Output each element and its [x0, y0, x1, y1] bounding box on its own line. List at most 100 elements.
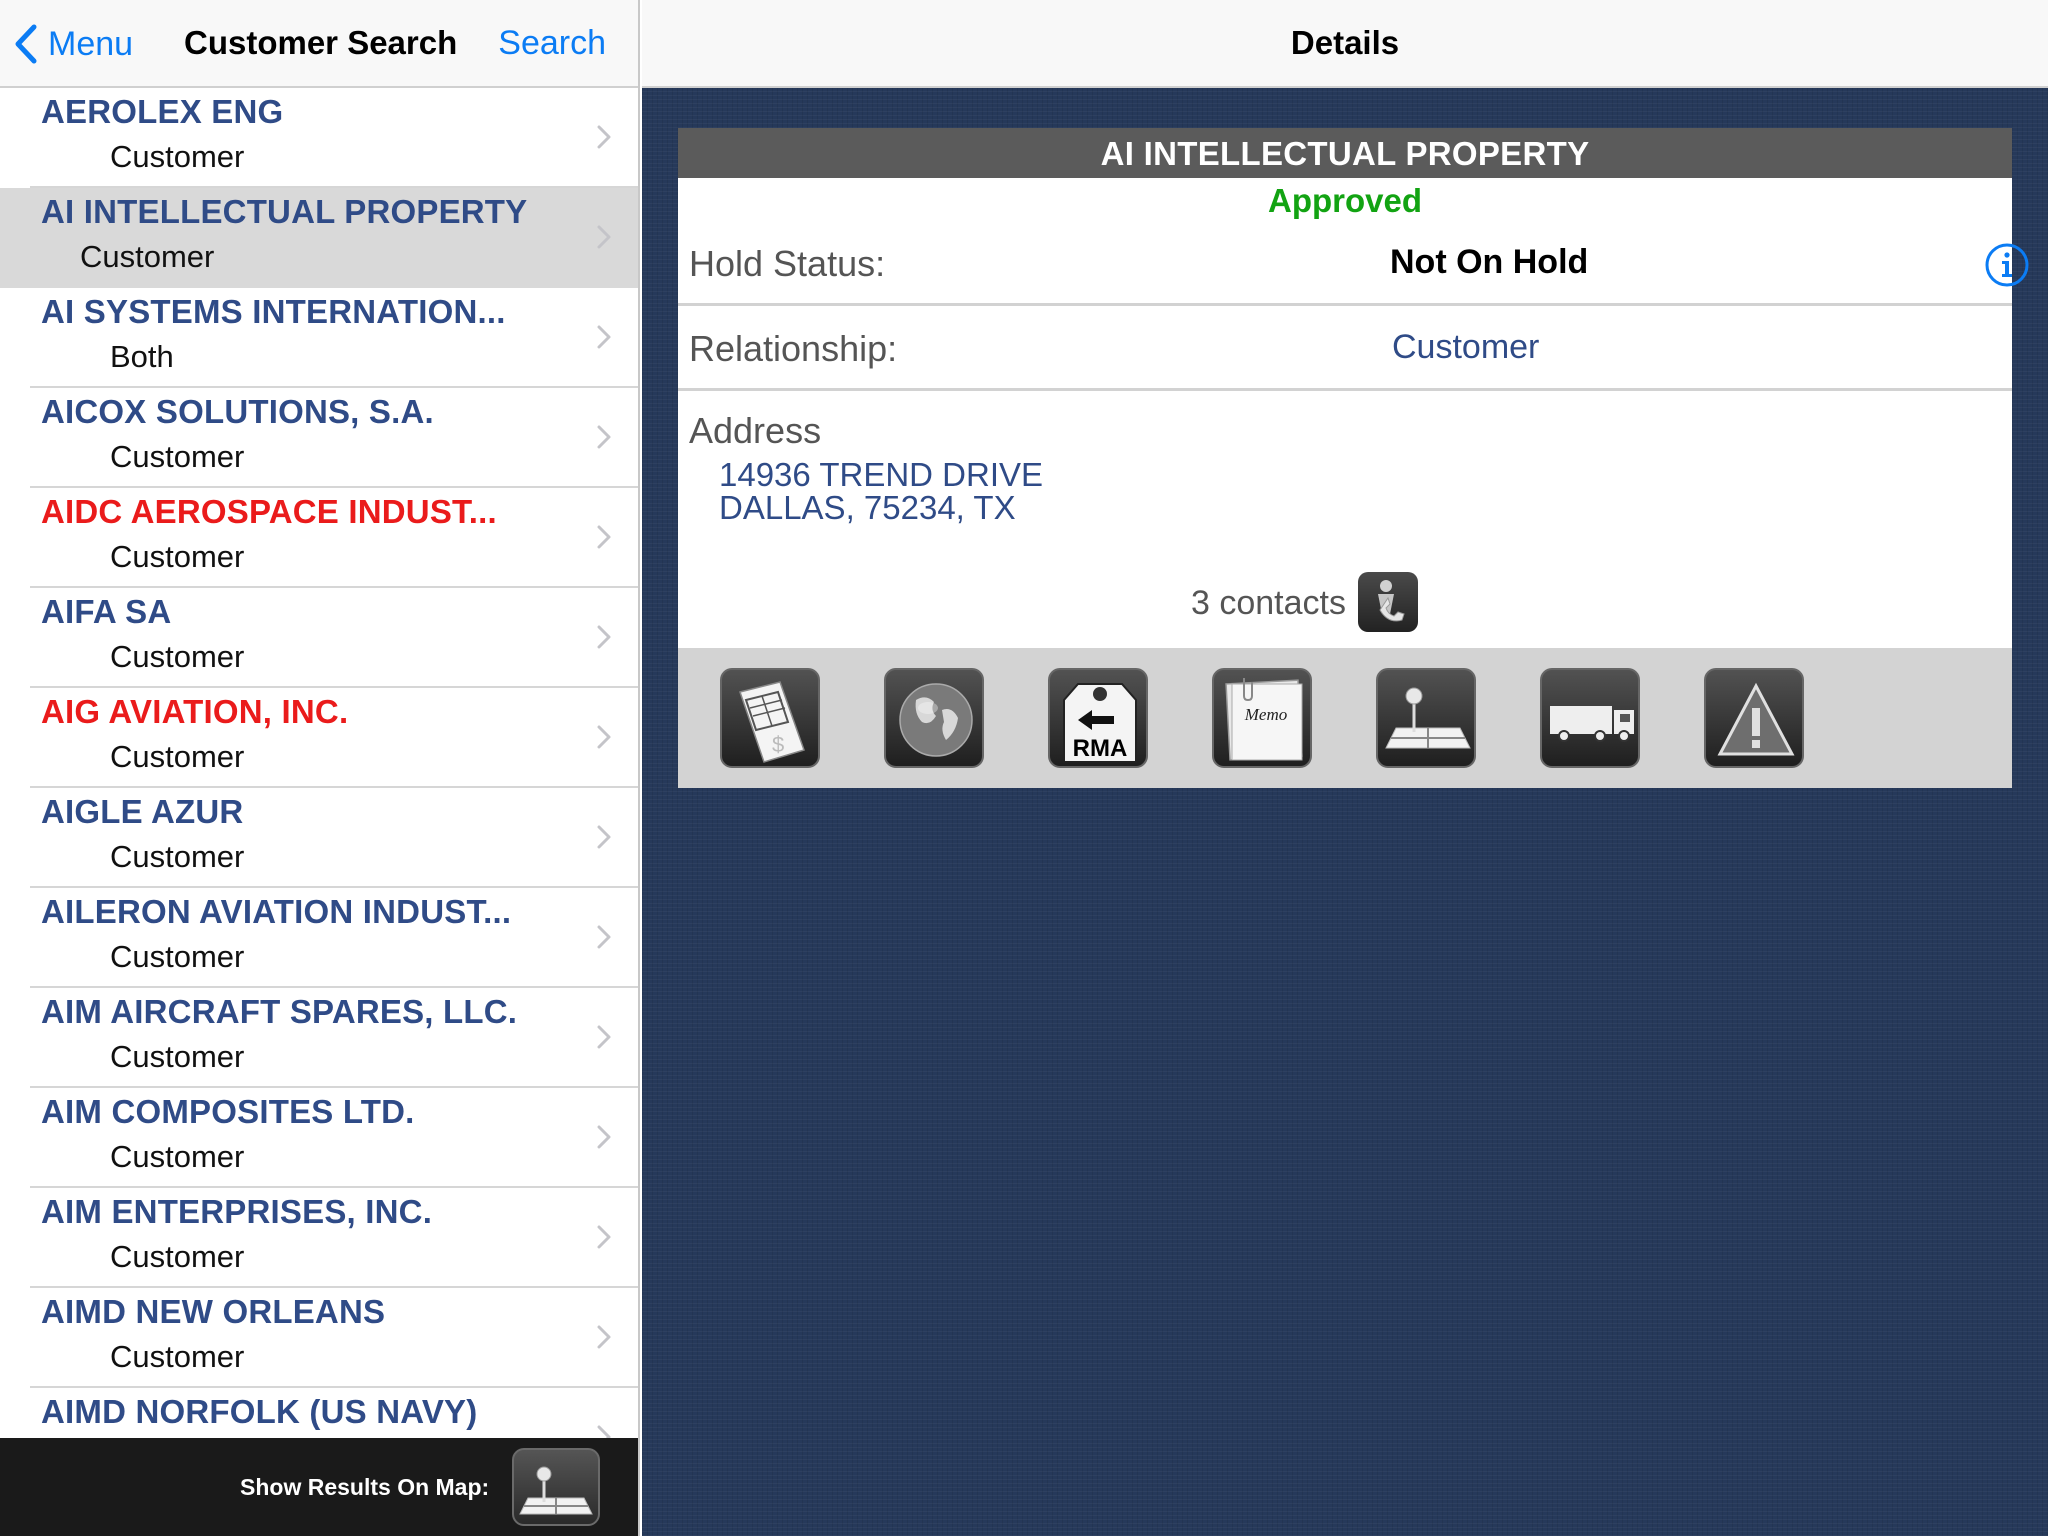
info-icon[interactable] — [1984, 242, 2030, 293]
customer-relationship: Customer — [110, 1039, 245, 1074]
memo-button[interactable]: Memo — [1212, 668, 1312, 768]
warning-button[interactable] — [1704, 668, 1804, 768]
customer-relationship: Customer — [110, 1139, 245, 1174]
memo-text: Memo — [1244, 705, 1287, 724]
address-line-2: DALLAS, 75234, TX — [719, 489, 1016, 526]
chevron-right-icon — [597, 525, 611, 549]
customer-name: AIFA SA — [41, 593, 172, 630]
rma-button[interactable]: RMA — [1048, 668, 1148, 768]
chevron-right-icon — [597, 225, 611, 249]
customer-relationship: Customer — [110, 1339, 245, 1374]
customer-list-item[interactable]: AILERON AVIATION INDUST... Customer — [30, 888, 638, 988]
customer-relationship: Both — [110, 339, 174, 374]
map-icon — [519, 1466, 593, 1515]
customer-relationship: Customer — [110, 539, 245, 574]
customer-name: AICOX SOLUTIONS, S.A. — [41, 393, 434, 430]
chevron-right-icon — [597, 1425, 611, 1438]
customer-list-item[interactable]: AICOX SOLUTIONS, S.A. Customer — [30, 388, 638, 488]
customer-name: AIM COMPOSITES LTD. — [41, 1093, 415, 1130]
chevron-right-icon — [597, 1325, 611, 1349]
customer-relationship: Customer — [110, 139, 245, 174]
warning-icon — [1717, 682, 1795, 756]
customer-list-item[interactable]: AIMD NORFOLK (US NAVY) — [30, 1388, 638, 1438]
customer-name: AIMD NEW ORLEANS — [41, 1293, 386, 1330]
divider — [678, 388, 2012, 391]
chevron-right-icon — [597, 325, 611, 349]
chevron-right-icon — [597, 925, 611, 949]
customer-search-pane: Menu Customer Search Search AEROLEX ENG C… — [0, 0, 640, 1536]
show-results-on-map-label: Show Results On Map: — [240, 1474, 490, 1500]
details-panel: AI INTELLECTUAL PROPERTY Approved Hold S… — [642, 88, 2048, 1536]
chevron-right-icon — [597, 125, 611, 149]
svg-text:$: $ — [772, 732, 784, 757]
page-title: Customer Search — [184, 24, 458, 61]
customer-list-item[interactable]: AIDC AEROSPACE INDUST... Customer — [30, 488, 638, 588]
truck-icon — [1550, 706, 1634, 742]
customer-name: AI SYSTEMS INTERNATION... — [41, 293, 506, 330]
customer-name: AIDC AEROSPACE INDUST... — [41, 493, 497, 530]
customer-list-item[interactable]: AI SYSTEMS INTERNATION... Both — [30, 288, 638, 388]
chevron-right-icon — [597, 425, 611, 449]
rma-icon: RMA — [1063, 683, 1137, 763]
chevron-right-icon — [597, 1225, 611, 1249]
chevron-right-icon — [597, 1025, 611, 1049]
approval-status: Approved — [1267, 182, 1422, 219]
address-link[interactable]: 14936 TREND DRIVE DALLAS, 75234, TX — [719, 458, 1043, 524]
chevron-right-icon — [597, 1125, 611, 1149]
details-nav-bar: Details — [642, 0, 2048, 88]
invoice-button[interactable]: $ — [720, 668, 820, 768]
globe-icon — [899, 683, 973, 757]
address-label: Address — [689, 410, 822, 451]
divider — [678, 303, 2012, 306]
memo-icon: Memo — [1225, 678, 1303, 761]
contacts-count: 3 contacts — [1191, 584, 1346, 622]
customer-list-item[interactable]: AIM AIRCRAFT SPARES, LLC. Customer — [30, 988, 638, 1088]
map-button[interactable] — [1376, 668, 1476, 768]
customer-name: AIM ENTERPRISES, INC. — [41, 1193, 433, 1230]
customer-name: AIG AVIATION, INC. — [41, 693, 349, 730]
customer-list-item[interactable]: AIFA SA Customer — [30, 588, 638, 688]
customer-list-item[interactable]: AIM COMPOSITES LTD. Customer — [30, 1088, 638, 1188]
bottom-toolbar: Show Results On Map: — [0, 1438, 638, 1536]
customer-list-item[interactable]: AEROLEX ENG Customer — [30, 88, 638, 188]
search-button[interactable]: Search — [498, 24, 606, 63]
customer-search-nav-bar: Menu Customer Search Search — [0, 0, 638, 88]
show-results-on-map-button[interactable] — [512, 1448, 600, 1526]
chevron-right-icon — [597, 825, 611, 849]
customer-name: AEROLEX ENG — [41, 93, 284, 130]
customer-relationship: Customer — [110, 939, 245, 974]
contacts-button[interactable] — [1358, 572, 1418, 632]
customer-name: AIGLE AZUR — [41, 793, 244, 830]
customer-name: AI INTELLECTUAL PROPERTY — [41, 193, 528, 230]
hold-status-value: Not On Hold — [1390, 243, 1589, 281]
contact-phone-icon — [1378, 580, 1405, 622]
chevron-right-icon — [597, 725, 611, 749]
chevron-left-icon — [15, 24, 37, 64]
customer-relationship: Customer — [110, 639, 245, 674]
customer-list-item[interactable]: AIG AVIATION, INC. Customer — [30, 688, 638, 788]
customer-relationship: Customer — [110, 739, 245, 774]
customer-list: AEROLEX ENG Customer AI INTELLECTUAL PROPE… — [0, 88, 638, 1438]
customer-relationship: Customer — [110, 839, 245, 874]
details-title: Details — [1290, 24, 1400, 61]
invoice-icon: $ — [739, 681, 805, 763]
customer-name: AIM AIRCRAFT SPARES, LLC. — [41, 993, 518, 1030]
globe-button[interactable] — [884, 668, 984, 768]
action-toolbar: $ RMA Memo — [678, 648, 2012, 788]
relationship-value[interactable]: Customer — [1392, 328, 1539, 367]
hold-status-label: Hold Status: — [689, 243, 886, 284]
customer-name: AIMD NORFOLK (US NAVY) — [41, 1393, 478, 1430]
chevron-right-icon — [597, 625, 611, 649]
address-line-1: 14936 TREND DRIVE — [719, 456, 1044, 493]
customer-list-item[interactable]: AIMD NEW ORLEANS Customer — [30, 1288, 638, 1388]
customer-list-item[interactable]: AIGLE AZUR Customer — [30, 788, 638, 888]
customer-list-item[interactable]: AI INTELLECTUAL PROPERTY Customer — [0, 188, 638, 288]
customer-list-item[interactable]: AIM ENTERPRISES, INC. Customer — [30, 1188, 638, 1288]
rma-text: RMA — [1073, 735, 1128, 762]
menu-back-button[interactable]: Menu — [14, 22, 133, 66]
customer-relationship: Customer — [80, 239, 215, 274]
customer-relationship: Customer — [110, 439, 245, 474]
shipping-button[interactable] — [1540, 668, 1640, 768]
map-icon — [1385, 687, 1471, 749]
menu-back-label: Menu — [48, 24, 134, 63]
